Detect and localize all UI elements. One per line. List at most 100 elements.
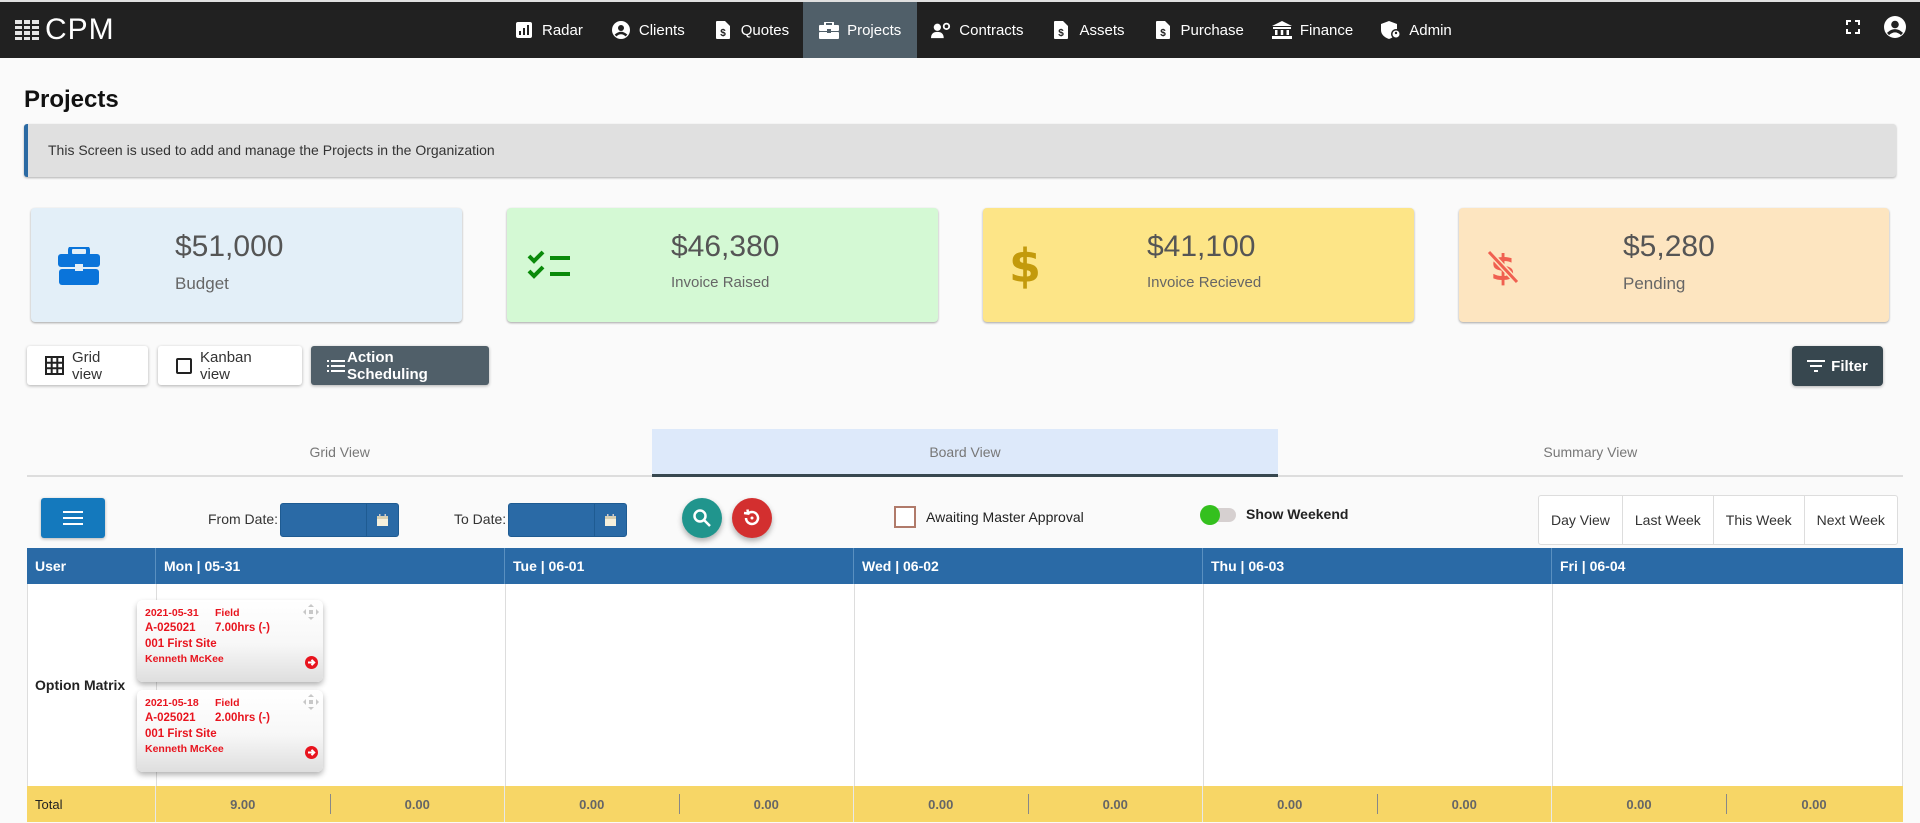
nav-item-contracts[interactable]: Contracts [917, 2, 1037, 58]
square-icon [176, 357, 192, 374]
user-circle-icon [611, 20, 631, 40]
filter-label: Filter [1831, 357, 1868, 375]
kanban-view-button[interactable]: Kanban view [158, 346, 302, 385]
search-button[interactable] [682, 498, 722, 538]
arrow-circle-right-icon[interactable] [305, 656, 318, 672]
show-weekend-label: Show Weekend [1246, 506, 1349, 522]
task-hours: 7.00hrs (-) [215, 622, 270, 634]
nav-item-label: Admin [1409, 21, 1452, 39]
nav-item-label: Finance [1299, 21, 1354, 39]
svg-text:$: $ [1059, 28, 1065, 39]
invoice-dollar-icon: $ [1051, 20, 1071, 40]
nav-item-clients[interactable]: Clients [597, 2, 699, 58]
shield-user-icon [1381, 20, 1402, 40]
action-scheduling-button[interactable]: Action Scheduling [311, 346, 489, 385]
from-date-input[interactable] [280, 503, 399, 537]
nav-item-label: Quotes [740, 21, 790, 39]
move-icon[interactable] [303, 604, 319, 623]
calendar-icon[interactable] [366, 504, 398, 536]
reset-button[interactable] [732, 498, 772, 538]
filter-button[interactable]: Filter [1792, 346, 1883, 386]
task-card[interactable]: 2021-05-18 Field A-025021 2.00hrs (-) 001 … [137, 690, 323, 772]
toggle-switch[interactable] [1200, 505, 1238, 525]
users-cog-icon [931, 20, 951, 40]
checkbox-box[interactable] [894, 506, 916, 528]
tab-board-view[interactable]: Board View [652, 429, 1278, 477]
from-date-label: From Date: [208, 511, 279, 527]
next-week-button[interactable]: Next Week [1803, 496, 1897, 544]
task-code: A-025021 [145, 622, 196, 634]
move-icon[interactable] [303, 694, 319, 713]
last-week-button[interactable]: Last Week [1621, 496, 1713, 544]
header-day: Wed | 06-02 [854, 548, 1203, 584]
info-banner: This Screen is used to add and manage th… [24, 124, 1896, 177]
menu-button[interactable] [41, 498, 105, 538]
nav-item-assets[interactable]: $ Assets [1037, 2, 1138, 58]
to-date-field[interactable] [509, 504, 594, 536]
total-value: 0.00 [505, 794, 680, 814]
task-date: 2021-05-18 [145, 697, 199, 709]
header-day: Fri | 06-04 [1560, 558, 1626, 574]
logo[interactable]: CPM [15, 15, 115, 45]
fullscreen-icon[interactable] [1846, 20, 1860, 39]
nav-item-quotes[interactable]: $ Quotes [699, 2, 803, 58]
awaiting-approval-checkbox[interactable]: Awaiting Master Approval [894, 506, 1084, 528]
total-cell: 0.00 0.00 [1203, 786, 1552, 822]
arrow-circle-right-icon[interactable] [305, 746, 318, 762]
task-card[interactable]: 2021-05-31 Field A-025021 7.00hrs (-) 001 … [137, 600, 323, 682]
nav-item-finance[interactable]: Finance [1258, 2, 1367, 58]
main-menu: Radar Clients $ Quotes Projects Contract… [500, 2, 1466, 58]
grid-view-button[interactable]: Grid view [27, 346, 148, 385]
nav-item-purchase[interactable]: $ Purchase [1139, 2, 1258, 58]
day-cell[interactable] [506, 584, 855, 786]
stat-label: Invoice Recieved [1147, 274, 1262, 291]
view-tabs: Grid View Board View Summary View [27, 429, 1903, 477]
task-person: Kenneth McKee [145, 653, 224, 665]
dollar-icon: $ [1008, 239, 1041, 293]
stat-value: $51,000 [175, 230, 284, 263]
total-value: 0.00 [1451, 796, 1477, 812]
total-value: 0.00 [753, 796, 779, 812]
nav-item-admin[interactable]: Admin [1367, 2, 1466, 58]
total-value: 0.00 [1203, 794, 1378, 814]
account-icon[interactable] [1884, 16, 1906, 43]
day-cell[interactable] [1204, 584, 1553, 786]
to-date-input[interactable] [508, 503, 627, 537]
invoice-dollar-icon: $ [713, 20, 733, 40]
day-cell[interactable] [1553, 584, 1902, 786]
day-cell[interactable] [855, 584, 1204, 786]
awaiting-approval-label: Awaiting Master Approval [926, 509, 1084, 525]
task-type: Field [215, 607, 240, 619]
header-day: Tue | 06-01 [505, 548, 854, 584]
stat-card-budget: $51,000 Budget [31, 208, 462, 322]
tab-grid-view[interactable]: Grid View [27, 429, 652, 475]
task-person: Kenneth McKee [145, 743, 224, 755]
bank-icon [1271, 20, 1292, 40]
nav-item-radar[interactable]: Radar [500, 2, 597, 58]
day-view-button[interactable]: Day View [1539, 496, 1622, 544]
nav-item-label: Radar [542, 21, 583, 39]
from-date-field[interactable] [281, 504, 366, 536]
total-value: 0.00 [404, 796, 430, 812]
nav-item-label: Assets [1079, 21, 1125, 39]
total-cell: 0.00 0.00 [854, 786, 1203, 822]
header-day: Thu | 06-03 [1203, 548, 1552, 584]
total-value: 0.00 [1102, 796, 1128, 812]
task-code: A-025021 [145, 712, 196, 724]
task-hours: 2.00hrs (-) [215, 712, 270, 724]
calendar-icon[interactable] [594, 504, 626, 536]
page-title: Projects [24, 86, 119, 113]
stat-value: $41,100 [1147, 230, 1256, 263]
nav-item-projects[interactable]: Projects [803, 2, 918, 58]
tab-summary-view[interactable]: Summary View [1278, 429, 1903, 475]
nav-item-label: Contracts [959, 21, 1024, 39]
stat-value: $5,280 [1623, 230, 1715, 263]
nav-item-label: Clients [638, 21, 685, 39]
nav-right-actions [1846, 16, 1906, 43]
schedule-board: User Mon | 05-31 Tue | 06-01 Wed | 06-02… [27, 548, 1903, 822]
total-cell: 0.00 0.00 [1552, 786, 1901, 822]
show-weekend-toggle[interactable]: Show Weekend [1200, 505, 1349, 525]
this-week-button[interactable]: This Week [1712, 496, 1804, 544]
stat-card-invoice-received: $ $41,100 Invoice Recieved [983, 208, 1414, 322]
total-cell: 0.00 0.00 [505, 786, 854, 822]
